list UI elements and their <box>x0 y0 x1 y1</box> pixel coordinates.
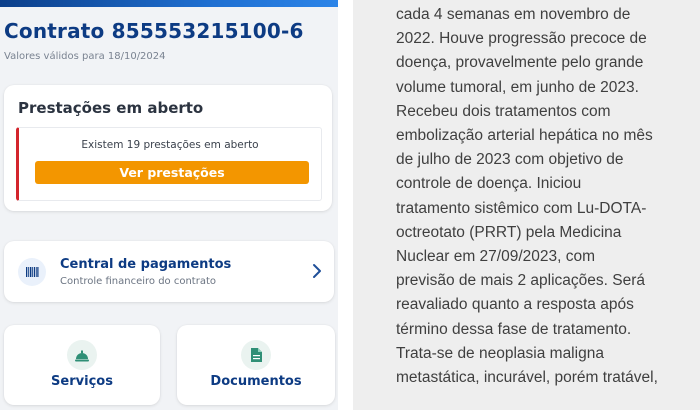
document-line: metastática, incurável, porém tratável, <box>396 369 658 387</box>
document-line: reavaliado quanto a resposta após <box>396 296 634 314</box>
view-installments-button[interactable]: Ver prestações <box>35 161 309 184</box>
document-text: cada 4 semanas em novembro de 2022. Houv… <box>396 3 696 390</box>
service-bell-icon <box>67 340 97 370</box>
payments-central-title: Central de pagamentos <box>60 257 232 272</box>
panel-divider <box>338 0 353 410</box>
open-installments-card: Prestações em aberto Existem 19 prestaçõ… <box>4 85 332 211</box>
open-installments-count: Existem 19 prestações em aberto <box>81 139 259 151</box>
document-line: tratamento sistêmico com Lu-DOTA- <box>396 199 647 217</box>
document-line: Trata-se de neoplasia maligna <box>396 344 604 362</box>
document-line: cada 4 semanas em novembro de <box>396 6 631 23</box>
payments-central-subtitle: Controle financeiro do contrato <box>60 276 216 287</box>
document-line: doença, provavelmente pelo grande <box>396 54 644 72</box>
document-line: previsão de mais 2 aplicações. Será <box>396 272 645 290</box>
open-installments-alert: Existem 19 prestações em aberto Ver pres… <box>16 127 322 201</box>
document-line: 2022. Houve progressão precoce de <box>396 30 647 48</box>
payments-central-card[interactable]: Central de pagamentos Controle financeir… <box>4 241 334 302</box>
open-installments-title: Prestações em aberto <box>18 99 204 117</box>
services-tile-label: Serviços <box>51 374 113 389</box>
documents-tile-label: Documentos <box>210 374 302 389</box>
services-tile[interactable]: Serviços <box>4 325 160 405</box>
document-line: volume tumoral, em junho de 2023. <box>396 78 639 96</box>
document-line: término dessa fase de tratamento. <box>396 320 632 338</box>
document-line: Nuclear em 27/09/2023, com <box>396 248 596 266</box>
document-line: Recebeu dois tratamentos com <box>396 102 611 120</box>
valid-values-note: Valores válidos para 18/10/2024 <box>4 51 166 62</box>
document-panel: cada 4 semanas em novembro de 2022. Houv… <box>353 0 700 410</box>
document-line: octreotato (PRRT) pela Medicina <box>396 223 622 241</box>
document-line: controle de doença. Iniciou <box>396 175 582 193</box>
barcode-icon <box>18 258 46 286</box>
contract-title: Contrato 855553215100-6 <box>4 19 304 43</box>
document-line: de julho de 2023 com objetivo de <box>396 151 624 169</box>
app-panel: Contrato 855553215100-6 Valores válidos … <box>0 0 338 410</box>
documents-tile[interactable]: Documentos <box>177 325 335 405</box>
document-icon <box>241 340 271 370</box>
document-line: embolização arterial hepática no mês <box>396 127 653 145</box>
chevron-right-icon <box>312 263 322 279</box>
top-accent-bar <box>0 0 338 7</box>
